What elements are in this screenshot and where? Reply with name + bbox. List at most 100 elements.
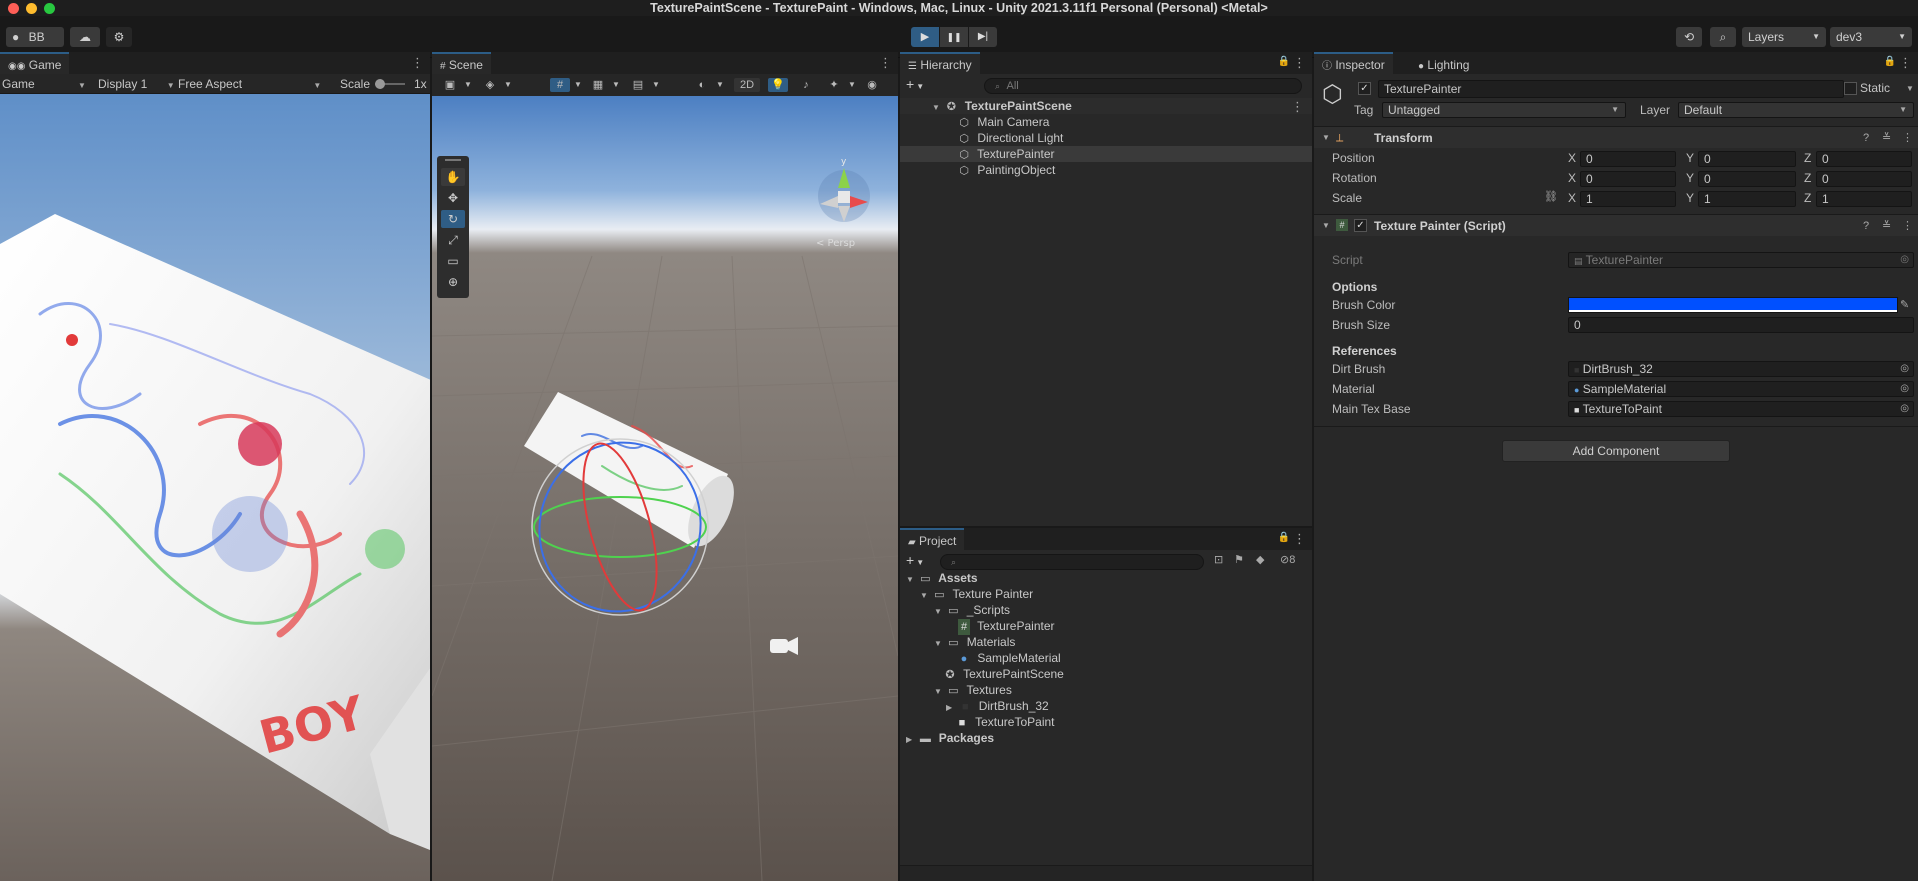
search-by-label-icon[interactable]: ⚑ [1234, 553, 1244, 566]
scale-x-label[interactable]: X [1568, 191, 1576, 205]
add-component-button[interactable]: Add Component [1502, 440, 1730, 462]
hierarchy-root[interactable]: ▼ ✪ TexturePaintScene [900, 98, 1312, 114]
step-button[interactable]: ▶| [969, 27, 997, 47]
enabled-checkbox[interactable]: ✓ [1354, 219, 1367, 232]
tab-scene[interactable]: # Scene [432, 52, 491, 74]
rot-z-label[interactable]: Z [1804, 171, 1811, 185]
pos-y-field[interactable]: 0 [1698, 151, 1796, 167]
transform-header[interactable]: ▼ ⟂ Transform ? ≚ ⋮ [1314, 126, 1918, 148]
kebab-menu-icon[interactable]: ⋮ [1293, 531, 1306, 547]
pos-x-field[interactable]: 0 [1580, 151, 1676, 167]
project-folder-textures[interactable]: ▼ ▭ Textures [900, 682, 1312, 698]
audio-icon[interactable]: ♪ [796, 78, 816, 92]
kebab-menu-icon[interactable]: ⋮ [411, 55, 424, 71]
pos-z-field[interactable]: 0 [1816, 151, 1912, 167]
collab-button[interactable]: ⚙ [106, 27, 132, 47]
hierarchy-item-directional-light[interactable]: ⬡ Directional Light [900, 130, 1312, 146]
tab-lighting[interactable]: ● Lighting [1410, 52, 1477, 74]
help-icon[interactable]: ? [1863, 215, 1869, 237]
lock-icon[interactable]: 🔒 [1278, 532, 1290, 543]
hierarchy-item-paintingobject[interactable]: ⬡ PaintingObject [900, 162, 1312, 178]
project-search-input[interactable]: ⌕ [940, 554, 1204, 570]
scale-slider-handle[interactable] [375, 79, 385, 89]
rot-y-label[interactable]: Y [1686, 171, 1694, 185]
hierarchy-search-input[interactable]: ⌕ All [984, 78, 1302, 94]
rect-tool-icon[interactable]: ▭ [441, 252, 465, 270]
kebab-menu-icon[interactable]: ⋮ [1902, 127, 1913, 149]
presets-icon[interactable]: ≚ [1882, 215, 1891, 237]
main-tex-base-field[interactable]: ■ TextureToPaint ◎ [1568, 401, 1914, 417]
pos-z-label[interactable]: Z [1804, 151, 1811, 165]
collapse-icon[interactable]: ▼ [1322, 127, 1330, 149]
game-viewport[interactable]: BOY [0, 94, 430, 881]
object-picker-icon[interactable]: ◎ [1900, 402, 1909, 416]
create-asset-button[interactable]: + ▼ [906, 552, 924, 568]
project-file-texture[interactable]: ■ TextureToPaint [900, 714, 1312, 730]
object-picker-icon[interactable]: ◎ [1900, 362, 1909, 376]
transform-tool-icon[interactable]: ⊕ [441, 273, 465, 291]
kebab-menu-icon[interactable]: ⋮ [1899, 55, 1912, 71]
scale-z-field[interactable]: 1 [1816, 191, 1912, 207]
texture-painter-header[interactable]: ▼ # ✓ Texture Painter (Script) ? ≚ ⋮ [1314, 214, 1918, 236]
rot-x-label[interactable]: X [1568, 171, 1576, 185]
rotate-tool-icon[interactable]: ↻ [441, 210, 465, 228]
dirt-brush-field[interactable]: ■ DirtBrush_32 ◎ [1568, 361, 1914, 377]
eyedropper-icon[interactable]: ✎ [1900, 298, 1909, 311]
static-checkbox[interactable] [1844, 82, 1857, 95]
tab-game[interactable]: ◉◉ Game [0, 52, 70, 74]
effects-icon[interactable]: ✦ [824, 78, 844, 92]
brush-size-field[interactable]: 0 [1568, 317, 1914, 333]
history-button[interactable]: ⟲ [1676, 27, 1702, 47]
gameobject-cube-icon[interactable]: ⬡ [1322, 80, 1343, 109]
lock-icon[interactable]: 🔒 [1278, 56, 1290, 67]
layers-dropdown[interactable]: Layers ▼ [1742, 27, 1826, 47]
layout-dropdown[interactable]: dev3 ▼ [1830, 27, 1912, 47]
shading-icon[interactable]: ◈ [480, 78, 500, 92]
lock-icon[interactable]: 🔒 [1884, 56, 1896, 67]
chevron-down-icon[interactable]: ▼ [606, 78, 626, 92]
draw-mode-icon[interactable]: ▣ [440, 78, 460, 92]
pos-x-label[interactable]: X [1568, 151, 1576, 165]
project-file-scene[interactable]: ✪ TexturePaintScene [900, 666, 1312, 682]
chevron-down-icon[interactable]: ▼ [646, 78, 666, 92]
account-button[interactable]: ● BB ▼ [6, 27, 64, 63]
chevron-down-icon[interactable]: ▼ [498, 78, 518, 92]
search-by-type-icon[interactable]: ⊡ [1214, 553, 1223, 566]
collapse-icon[interactable]: ▼ [1322, 215, 1330, 237]
scale-z-label[interactable]: Z [1804, 191, 1811, 205]
tag-dropdown[interactable]: Untagged ▼ [1382, 102, 1626, 118]
chevron-down-icon[interactable]: ▼ [1906, 84, 1914, 93]
pause-button[interactable]: ❚❚ [940, 27, 968, 47]
scene-kebab-icon[interactable]: ⋮ [1291, 99, 1304, 115]
tag-icon[interactable]: ◆ [1256, 553, 1264, 566]
toggle-2d-button[interactable]: 2D [734, 78, 760, 92]
project-file-material[interactable]: ● SampleMaterial [900, 650, 1312, 666]
object-picker-icon[interactable]: ◎ [1900, 382, 1909, 396]
help-icon[interactable]: ? [1863, 127, 1869, 149]
tab-project[interactable]: ▰ Project [900, 528, 965, 550]
project-folder-scripts[interactable]: ▼ ▭ _Scripts [900, 602, 1312, 618]
hierarchy-item-texturepainter[interactable]: ⬡ TexturePainter [900, 146, 1312, 162]
project-folder-texture-painter[interactable]: ▼ ▭ Texture Painter [900, 586, 1312, 602]
constrain-scale-icon[interactable]: ⛓ [1544, 190, 1558, 203]
rot-z-field[interactable]: 0 [1816, 171, 1912, 187]
pos-y-label[interactable]: Y [1686, 151, 1694, 165]
kebab-menu-icon[interactable]: ⋮ [1293, 55, 1306, 71]
scale-slider[interactable] [375, 79, 405, 89]
object-name-field[interactable]: TexturePainter [1378, 80, 1844, 98]
grid-visibility-icon[interactable]: ▦ [588, 78, 608, 92]
snap-grid-icon[interactable]: # [550, 78, 570, 92]
hierarchy-item-main-camera[interactable]: ⬡ Main Camera [900, 114, 1312, 130]
tab-inspector[interactable]: ⓘ Inspector [1314, 52, 1393, 74]
rot-x-field[interactable]: 0 [1580, 171, 1676, 187]
chevron-down-icon[interactable]: ▼ [842, 78, 862, 92]
hand-tool-icon[interactable]: ✋ [441, 168, 465, 186]
move-tool-icon[interactable]: ✥ [441, 189, 465, 207]
scale-x-field[interactable]: 1 [1580, 191, 1676, 207]
cloud-button[interactable]: ☁ [70, 27, 100, 47]
chevron-down-icon[interactable]: ▼ [710, 78, 730, 92]
hidden-packages-button[interactable]: ⊘8 [1280, 553, 1295, 566]
project-folder-packages[interactable]: ▶ ▬ Packages [900, 730, 1312, 746]
increment-snap-icon[interactable]: ▤ [628, 78, 648, 92]
game-mode-dropdown[interactable]: Game ▼ [2, 77, 86, 91]
